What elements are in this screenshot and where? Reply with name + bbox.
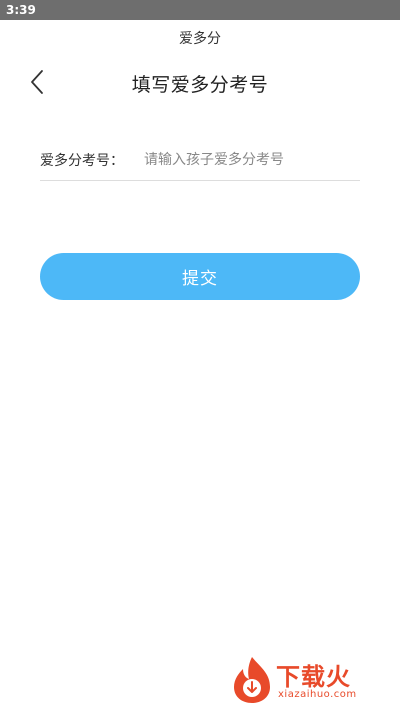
screen: 3:39 爱多分 填写爱多分考号 爱多分考号： 提交 下载火 xiazaihuo… [0, 0, 400, 711]
watermark: 下载火 xiazaihuo.com [230, 655, 390, 705]
watermark-brand: 下载火 [276, 663, 351, 691]
status-bar: 3:39 [0, 0, 400, 20]
page-title: 填写爱多分考号 [131, 74, 269, 96]
exam-number-input[interactable] [144, 145, 360, 175]
exam-number-label: 爱多分考号： [40, 153, 124, 169]
submit-button[interactable]: 提交 [40, 253, 360, 300]
status-time: 3:39 [6, 3, 36, 17]
exam-number-row: 爱多分考号： [40, 140, 360, 181]
watermark-url: xiazaihuo.com [278, 689, 357, 700]
app-name: 爱多分 [179, 31, 221, 47]
flame-logo-icon [234, 657, 270, 703]
